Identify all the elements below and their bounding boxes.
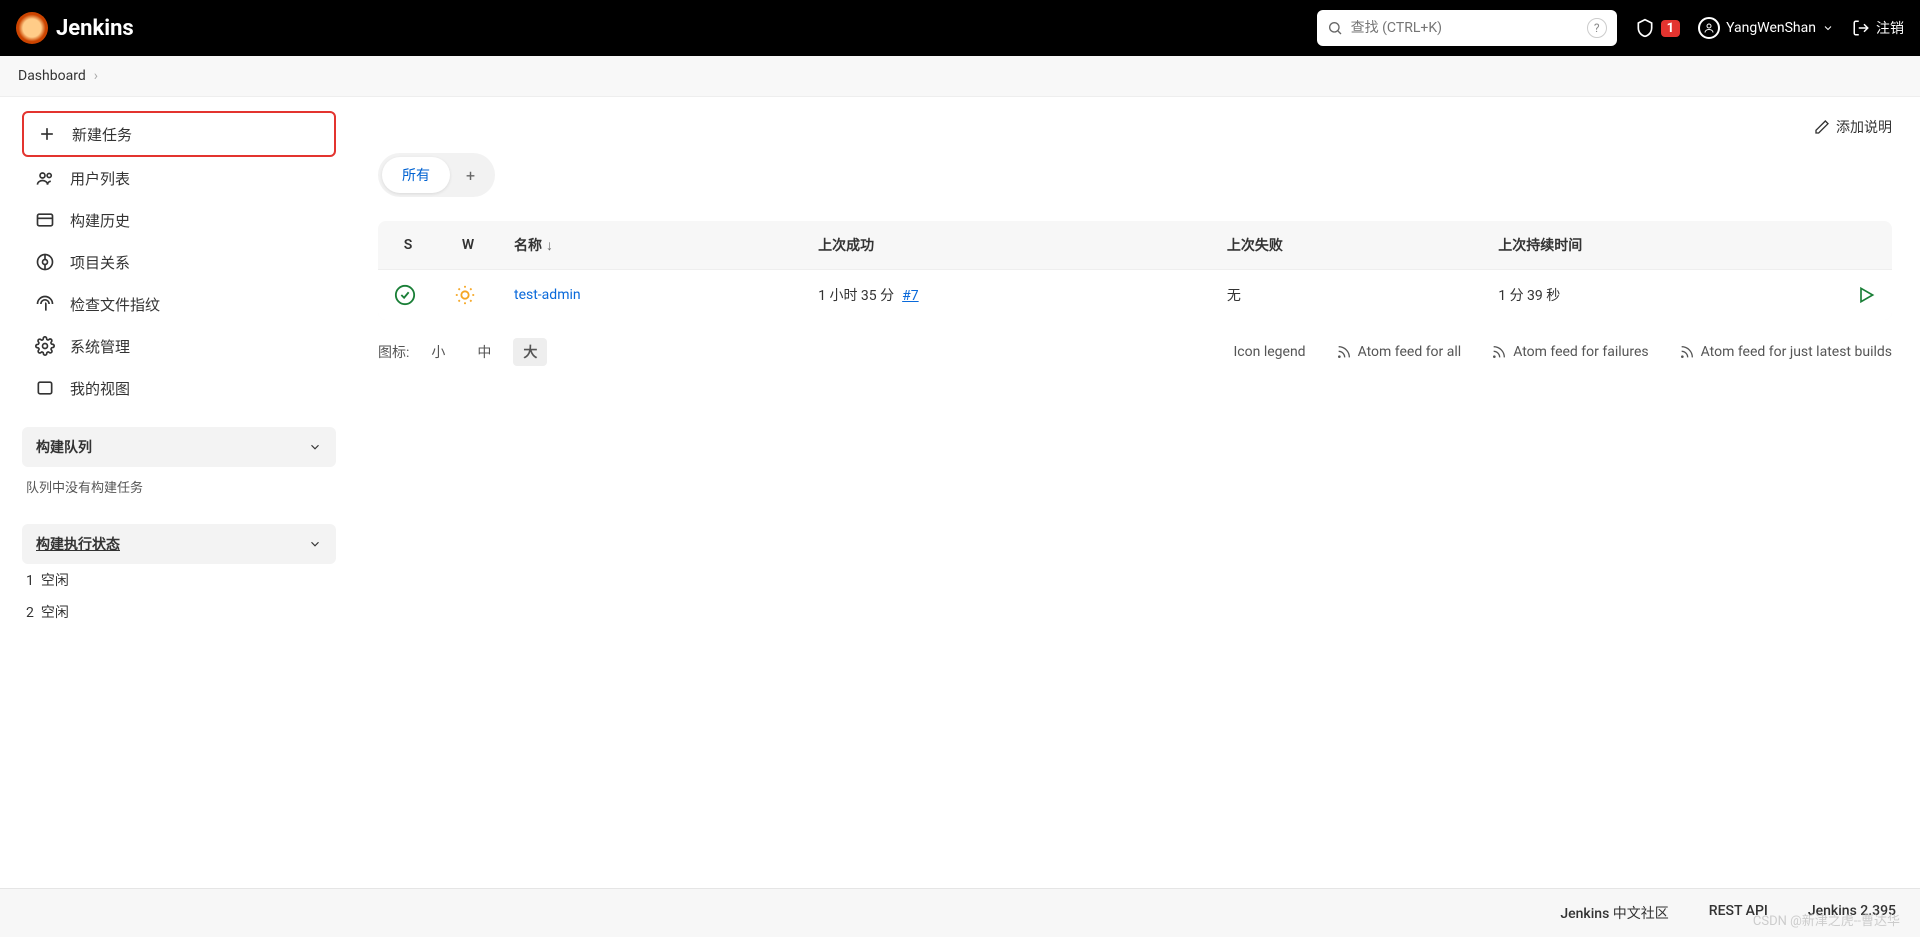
executor-status-header[interactable]: 构建执行状态 xyxy=(22,524,336,564)
status-success-icon xyxy=(394,284,422,306)
build-queue-empty: 队列中没有构建任务 xyxy=(22,467,336,506)
icon-size-label: 图标: xyxy=(378,342,409,362)
sidebar-item-label: 检查文件指纹 xyxy=(70,294,160,315)
jobs-table: S W 名称↓ 上次成功 上次失败 上次持续时间 test-admin 1 小时… xyxy=(378,221,1892,320)
jenkins-logo-icon xyxy=(16,12,48,44)
executor-row: 1 空闲 xyxy=(22,564,336,596)
security-alerts[interactable]: 1 xyxy=(1635,18,1680,38)
search-help-icon[interactable]: ? xyxy=(1587,18,1607,38)
last-failure: 无 xyxy=(1211,270,1482,321)
sidebar-item-project-relations[interactable]: 项目关系 xyxy=(22,241,336,283)
gear-icon xyxy=(34,335,56,357)
weather-sunny-icon xyxy=(454,284,482,306)
atom-failures-link[interactable]: Atom feed for failures xyxy=(1491,344,1648,360)
last-duration: 1 分 39 秒 xyxy=(1482,270,1840,321)
sidebar-item-fingerprint[interactable]: 检查文件指纹 xyxy=(22,283,336,325)
fingerprint-icon xyxy=(34,293,56,315)
tab-add[interactable]: + xyxy=(450,158,491,193)
build-now-button[interactable] xyxy=(1856,285,1876,305)
chevron-down-icon xyxy=(308,537,322,551)
page-footer: Jenkins 中文社区 REST API Jenkins 2.395 xyxy=(0,888,1920,937)
icon-size-large[interactable]: 大 xyxy=(513,338,547,366)
sidebar-item-manage[interactable]: 系统管理 xyxy=(22,325,336,367)
sidebar-item-label: 系统管理 xyxy=(70,336,130,357)
users-icon xyxy=(34,167,56,189)
icon-size-selector: 图标: 小 中 大 xyxy=(378,338,547,366)
sidebar-item-users[interactable]: 用户列表 xyxy=(22,157,336,199)
sidebar-item-label: 新建任务 xyxy=(72,124,132,145)
sidebar-item-label: 用户列表 xyxy=(70,168,130,189)
search-box[interactable]: ? xyxy=(1317,10,1617,46)
rss-icon xyxy=(1336,344,1352,360)
footer-version[interactable]: Jenkins 2.395 xyxy=(1808,903,1896,923)
plus-icon xyxy=(36,123,58,145)
col-last-duration[interactable]: 上次持续时间 xyxy=(1482,221,1840,270)
sidebar-item-new-job[interactable]: 新建任务 xyxy=(22,111,336,157)
executor-status-title[interactable]: 构建执行状态 xyxy=(36,534,120,554)
last-success-build-link[interactable]: #7 xyxy=(902,288,919,304)
atom-latest-link[interactable]: Atom feed for just latest builds xyxy=(1679,344,1892,360)
icon-size-small[interactable]: 小 xyxy=(421,338,455,366)
main-content: 添加说明 所有 + S W 名称↓ 上次成功 上次失败 上次持续时间 xyxy=(350,97,1920,642)
logout-button[interactable]: 注销 xyxy=(1852,18,1904,38)
sidebar-item-my-views[interactable]: 我的视图 xyxy=(22,367,336,409)
job-row: test-admin 1 小时 35 分 #7 无 1 分 39 秒 xyxy=(378,270,1892,321)
logout-icon xyxy=(1852,19,1870,37)
col-name[interactable]: 名称↓ xyxy=(498,221,802,270)
brand-name: Jenkins xyxy=(56,16,134,41)
rss-icon xyxy=(1679,344,1695,360)
pencil-icon xyxy=(1814,119,1830,135)
sidebar-item-label: 项目关系 xyxy=(70,252,130,273)
chevron-down-icon xyxy=(1822,22,1834,34)
tab-all[interactable]: 所有 xyxy=(382,157,450,193)
executor-row: 2 空闲 xyxy=(22,596,336,628)
rss-icon xyxy=(1491,344,1507,360)
col-last-success[interactable]: 上次成功 xyxy=(802,221,1211,270)
shield-icon xyxy=(1635,18,1655,38)
logout-label: 注销 xyxy=(1876,18,1904,38)
sidebar-item-label: 我的视图 xyxy=(70,378,130,399)
sidebar: 新建任务 用户列表 构建历史 项目关系 检查文件指纹 系统管理 我的视图 xyxy=(0,97,350,642)
alert-badge: 1 xyxy=(1661,20,1680,37)
col-last-failure[interactable]: 上次失败 xyxy=(1211,221,1482,270)
build-queue-title: 构建队列 xyxy=(36,437,92,457)
last-success-time: 1 小时 35 分 xyxy=(818,288,894,304)
footer-community-link[interactable]: Jenkins 中文社区 xyxy=(1560,903,1668,923)
search-icon xyxy=(1327,20,1343,36)
build-queue-header[interactable]: 构建队列 xyxy=(22,427,336,467)
chevron-down-icon xyxy=(308,440,322,454)
sort-down-icon: ↓ xyxy=(546,238,553,254)
breadcrumb: Dashboard › xyxy=(0,56,1920,97)
atom-all-link[interactable]: Atom feed for all xyxy=(1336,344,1462,360)
col-weather[interactable]: W xyxy=(438,221,498,270)
sidebar-item-build-history[interactable]: 构建历史 xyxy=(22,199,336,241)
add-description-label: 添加说明 xyxy=(1836,117,1892,137)
jenkins-logo[interactable]: Jenkins xyxy=(16,12,134,44)
icon-size-medium[interactable]: 中 xyxy=(467,338,501,366)
breadcrumb-dashboard[interactable]: Dashboard xyxy=(18,68,86,84)
relations-icon xyxy=(34,251,56,273)
add-description-button[interactable]: 添加说明 xyxy=(1814,117,1892,137)
user-avatar-icon xyxy=(1698,17,1720,39)
view-icon xyxy=(34,377,56,399)
history-icon xyxy=(34,209,56,231)
view-tabs: 所有 + xyxy=(378,153,495,197)
user-menu[interactable]: YangWenShan xyxy=(1698,17,1834,39)
chevron-right-icon: › xyxy=(94,68,98,84)
search-input[interactable] xyxy=(1351,20,1579,36)
job-name-link[interactable]: test-admin xyxy=(514,287,581,303)
sidebar-item-label: 构建历史 xyxy=(70,210,130,231)
icon-legend-link[interactable]: Icon legend xyxy=(1234,344,1306,360)
footer-rest-api-link[interactable]: REST API xyxy=(1709,903,1768,923)
col-status[interactable]: S xyxy=(378,221,438,270)
username: YangWenShan xyxy=(1726,20,1816,36)
